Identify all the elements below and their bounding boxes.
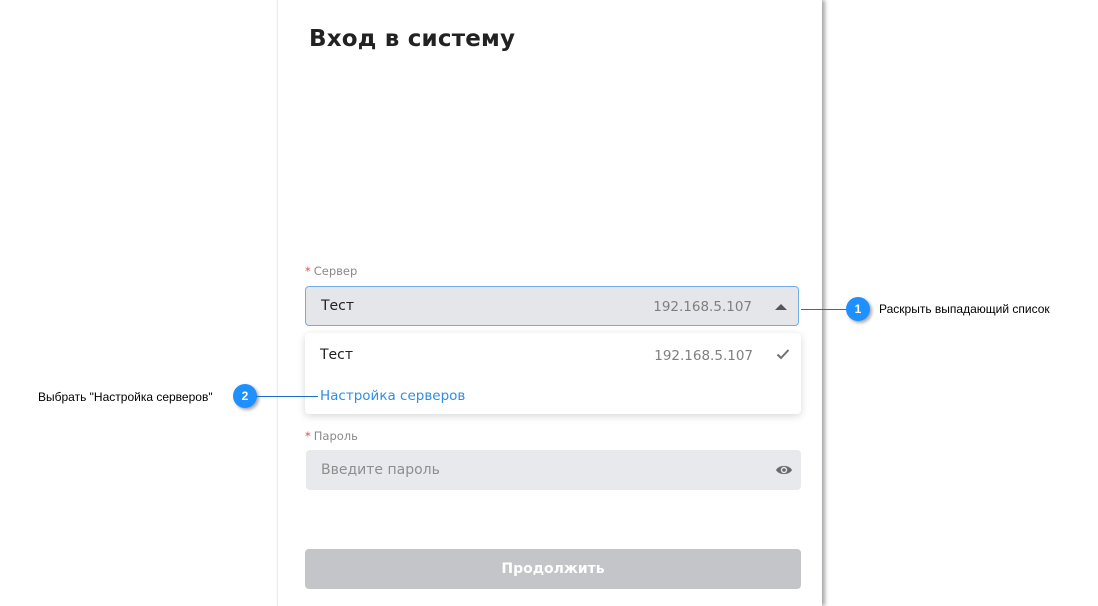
server-label-text: Сервер [313, 264, 358, 278]
server-option[interactable]: Тест 192.168.5.107 [305, 335, 801, 373]
server-dropdown: Тест 192.168.5.107 Настройка серверов [305, 333, 801, 414]
server-select[interactable]: Тест 192.168.5.107 [305, 286, 799, 326]
server-label: * Сервер [305, 264, 357, 278]
callout-1-connector [801, 309, 848, 310]
password-input[interactable] [306, 450, 801, 490]
callout-2-text: Выбрать "Настройка серверов" [38, 390, 213, 404]
password-label: * Пароль [305, 429, 358, 443]
password-label-text: Пароль [313, 429, 358, 443]
server-option-ip: 192.168.5.107 [654, 348, 753, 364]
callout-2-connector [256, 396, 318, 397]
required-mark: * [305, 429, 311, 443]
selected-server-name: Тест [321, 298, 355, 314]
eye-icon[interactable] [775, 463, 793, 477]
caret-up-icon[interactable] [775, 304, 787, 310]
selected-server-ip: 192.168.5.107 [653, 299, 752, 315]
callout-1-badge: 1 [846, 297, 870, 321]
page-title: Вход в систему [309, 26, 516, 52]
callout-1-text: Раскрыть выпадающий список [879, 302, 1050, 316]
continue-button[interactable]: Продолжить [305, 549, 801, 589]
server-option-name: Тест [320, 347, 354, 363]
server-settings-link[interactable]: Настройка серверов [320, 388, 465, 404]
required-mark: * [305, 264, 311, 278]
checkmark-icon [776, 349, 790, 360]
callout-2-badge: 2 [233, 384, 257, 408]
